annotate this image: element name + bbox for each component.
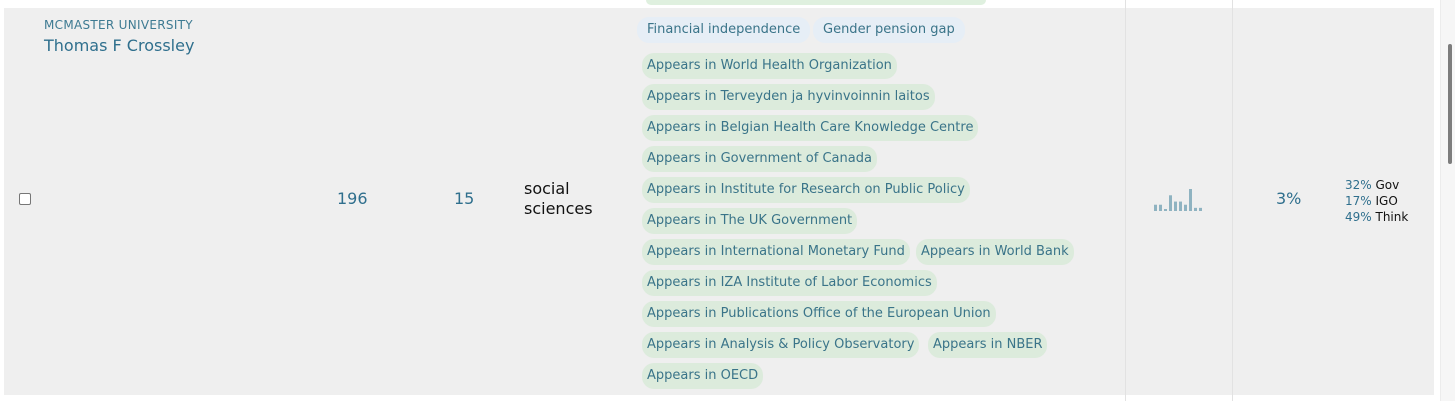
research-field-line: social xyxy=(524,179,570,198)
column-divider xyxy=(1125,0,1126,401)
breakdown-label: IGO xyxy=(1375,194,1398,208)
source-breakdown: 32% Gov 17% IGO 49% Think xyxy=(1345,177,1408,225)
breakdown-label: Think xyxy=(1375,210,1409,224)
sparkline-bar xyxy=(1199,207,1202,211)
breakdown-row: 32% Gov xyxy=(1345,177,1408,193)
previous-row-tag xyxy=(646,0,986,5)
breakdown-row: 17% IGO xyxy=(1345,193,1408,209)
appearance-tag[interactable]: Appears in Publications Office of the Eu… xyxy=(642,301,996,327)
breakdown-pct: 49% xyxy=(1345,210,1372,224)
sparkline-bar xyxy=(1184,204,1187,211)
sparkline-bar xyxy=(1174,201,1177,211)
breakdown-pct: 17% xyxy=(1345,194,1372,208)
activity-sparkline xyxy=(1154,189,1202,211)
appearance-tag[interactable]: Appears in World Health Organization xyxy=(642,53,897,79)
row-select-checkbox[interactable] xyxy=(19,193,31,205)
topic-tag[interactable]: Financial independence xyxy=(637,17,811,43)
metric-b-value[interactable]: 15 xyxy=(454,189,474,208)
appearance-tag[interactable]: Appears in Government of Canada xyxy=(642,146,877,172)
share-percent[interactable]: 3% xyxy=(1276,189,1301,208)
appearance-tag[interactable]: Appears in NBER xyxy=(928,332,1048,358)
topic-tag[interactable]: Gender pension gap xyxy=(813,17,965,43)
sparkline-bar xyxy=(1169,195,1172,211)
metric-a-value[interactable]: 196 xyxy=(337,189,368,208)
research-field: social sciences xyxy=(524,179,593,219)
breakdown-pct: 32% xyxy=(1345,178,1372,192)
appearance-tag[interactable]: Appears in International Monetary Fund xyxy=(642,239,910,265)
appearance-tag[interactable]: Appears in Terveyden ja hyvinvoinnin lai… xyxy=(642,84,935,110)
sparkline-bar xyxy=(1159,204,1162,211)
institution-name: MCMASTER UNIVERSITY xyxy=(44,18,193,32)
scrollbar-thumb[interactable] xyxy=(1448,44,1452,164)
sparkline-bar xyxy=(1154,204,1157,211)
breakdown-row: 49% Think xyxy=(1345,209,1408,225)
appearance-tag[interactable]: Appears in Institute for Research on Pub… xyxy=(642,177,970,203)
sparkline-bar xyxy=(1164,209,1167,211)
sparkline-bar xyxy=(1179,201,1182,211)
research-field-line: sciences xyxy=(524,199,593,218)
sparkline-bar xyxy=(1194,207,1197,211)
appearance-tag[interactable]: Appears in OECD xyxy=(642,363,764,389)
column-divider xyxy=(1232,0,1233,401)
researcher-name-link[interactable]: Thomas F Crossley xyxy=(44,36,194,55)
appearance-tag[interactable]: Appears in IZA Institute of Labor Econom… xyxy=(642,270,937,296)
sparkline-bar xyxy=(1189,189,1192,211)
appearance-tag[interactable]: Appears in The UK Government xyxy=(642,208,858,234)
breakdown-label: Gov xyxy=(1375,178,1400,192)
scrollbar[interactable] xyxy=(1440,0,1455,401)
appearance-tag[interactable]: Appears in Analysis & Policy Observatory xyxy=(642,332,920,358)
appearance-tag[interactable]: Appears in Belgian Health Care Knowledge… xyxy=(642,115,979,141)
appearance-tag[interactable]: Appears in World Bank xyxy=(916,239,1074,265)
